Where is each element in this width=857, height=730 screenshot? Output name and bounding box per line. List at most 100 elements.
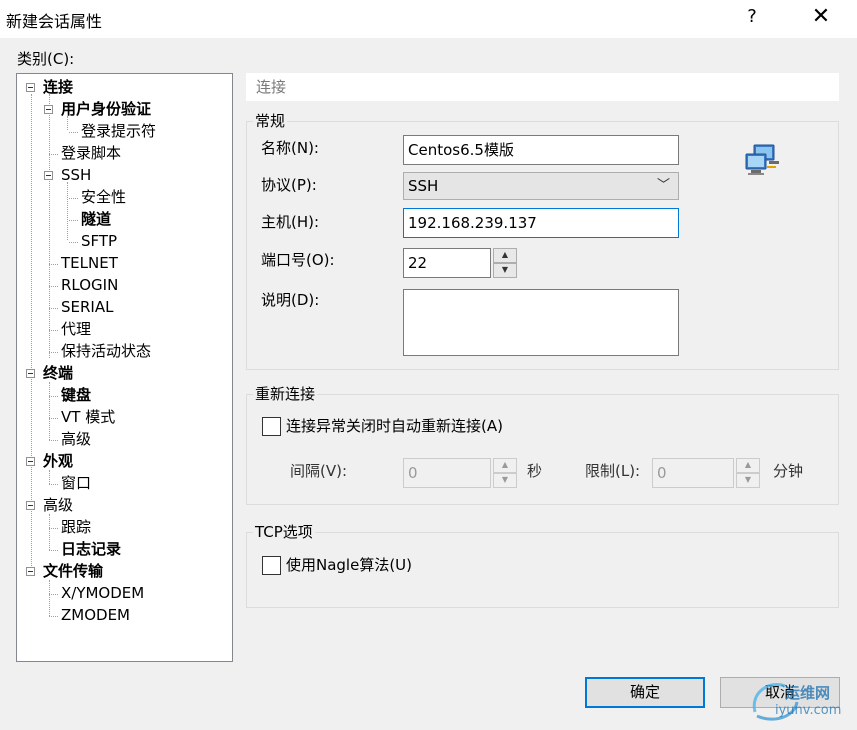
tree-item[interactable]: 窗口 [61, 473, 91, 493]
tree-item[interactable]: 登录提示符 [81, 121, 156, 141]
general-group-title: 常规 [253, 112, 288, 130]
tree-line [49, 286, 58, 287]
spin-down-icon[interactable]: ▼ [493, 263, 517, 278]
tree-line [49, 264, 58, 265]
interval-input[interactable]: 0 [403, 458, 491, 488]
close-button[interactable]: ✕ [806, 4, 836, 29]
tree-line [49, 528, 58, 529]
tree-item[interactable]: 终端 [43, 363, 73, 383]
tree-item[interactable]: 高级 [43, 495, 73, 515]
tree-item[interactable]: 用户身份验证 [61, 99, 151, 119]
help-button[interactable]: ? [740, 6, 764, 27]
tree-item[interactable]: RLOGIN [61, 275, 118, 295]
collapse-icon[interactable] [26, 369, 35, 378]
interval-stepper[interactable]: 0 ▲ ▼ [403, 458, 517, 488]
tree-line [49, 514, 50, 550]
tree-line [49, 550, 58, 551]
auto-reconnect-label[interactable]: 连接异常关闭时自动重新连接(A) [286, 416, 503, 436]
description-label: 说明(D): [261, 291, 320, 309]
reconnect-group [246, 394, 839, 505]
tree-item[interactable]: X/YMODEM [61, 583, 144, 603]
tree-line [49, 616, 58, 617]
reconnect-group-title: 重新连接 [253, 385, 318, 403]
tree-line [69, 198, 78, 199]
interval-unit: 秒 [527, 462, 543, 480]
tree-item[interactable]: SERIAL [61, 297, 113, 317]
interval-label: 间隔(V): [290, 462, 348, 480]
tree-line [49, 484, 58, 485]
ok-button[interactable]: 确定 [585, 677, 705, 708]
tree-item[interactable]: 外观 [43, 451, 73, 471]
tree-item[interactable]: 键盘 [61, 385, 91, 405]
tree-item[interactable]: SSH [61, 165, 91, 185]
collapse-icon[interactable] [26, 83, 35, 92]
spin-up-icon[interactable]: ▲ [493, 248, 517, 263]
collapse-icon[interactable] [26, 567, 35, 576]
window-title: 新建会话属性 [6, 12, 103, 31]
port-stepper[interactable]: 22 ▲ ▼ [403, 248, 517, 278]
tree-line [49, 418, 58, 419]
tree-line [49, 382, 50, 440]
limit-input[interactable]: 0 [652, 458, 734, 488]
tree-item[interactable]: 登录脚本 [61, 143, 121, 163]
watermark-text-1: 运维网 [785, 684, 831, 702]
collapse-icon[interactable] [44, 105, 53, 114]
section-header: 连接 [246, 73, 839, 101]
nagle-checkbox[interactable] [262, 556, 281, 575]
collapse-icon[interactable] [26, 501, 35, 510]
nagle-label[interactable]: 使用Nagle算法(U) [286, 555, 412, 575]
host-input[interactable]: 192.168.239.137 [403, 208, 679, 238]
limit-stepper-buttons[interactable]: ▲ ▼ [736, 458, 760, 488]
title-bar: 新建会话属性 ? ✕ [0, 0, 857, 38]
tcp-group-title: TCP选项 [253, 523, 315, 541]
tree-line [67, 182, 68, 240]
tree-item[interactable]: 安全性 [81, 187, 126, 207]
tree-line [49, 440, 58, 441]
network-computers-icon [745, 144, 779, 175]
tree-line [69, 132, 78, 133]
tree-item[interactable]: 隧道 [81, 209, 111, 229]
tree-line [69, 220, 78, 221]
tree-item[interactable]: VT 模式 [61, 407, 115, 427]
interval-stepper-buttons[interactable]: ▲ ▼ [493, 458, 517, 488]
tree-item[interactable]: SFTP [81, 231, 117, 251]
spin-up-icon[interactable]: ▲ [736, 458, 760, 473]
description-input[interactable] [403, 289, 679, 356]
collapse-icon[interactable] [44, 171, 53, 180]
tree-item[interactable]: 高级 [61, 429, 91, 449]
limit-unit: 分钟 [773, 462, 804, 480]
tree-line [49, 352, 58, 353]
spin-down-icon[interactable]: ▼ [736, 473, 760, 488]
auto-reconnect-checkbox[interactable] [262, 417, 281, 436]
tree-item[interactable]: 保持活动状态 [61, 341, 151, 361]
spin-down-icon[interactable]: ▼ [493, 473, 517, 488]
port-stepper-buttons[interactable]: ▲ ▼ [493, 248, 517, 278]
tree-item[interactable]: 日志记录 [61, 539, 121, 559]
tree-item[interactable]: ZMODEM [61, 605, 130, 625]
category-tree[interactable]: 连接 用户身份验证 登录提示符 登录脚本 SSH 安全性 隧道 SFTP TELNET RLOGI… [16, 73, 233, 662]
chevron-down-icon: ﹀ [656, 178, 670, 193]
limit-label: 限制(L): [585, 462, 641, 480]
tree-item[interactable]: 跟踪 [61, 517, 91, 537]
name-label: 名称(N): [261, 139, 319, 157]
tree-line [49, 470, 50, 484]
tree-item[interactable]: TELNET [61, 253, 118, 273]
tree-item[interactable]: 连接 [43, 77, 73, 97]
tree-line [49, 154, 58, 155]
tree-item[interactable]: 代理 [61, 319, 91, 339]
tree-line [49, 580, 50, 616]
tree-item[interactable]: 文件传输 [43, 561, 103, 581]
tree-line [49, 308, 58, 309]
tree-line [49, 330, 58, 331]
protocol-label: 协议(P): [261, 176, 317, 194]
collapse-icon[interactable] [26, 457, 35, 466]
limit-stepper[interactable]: 0 ▲ ▼ [652, 458, 760, 488]
tree-line [69, 242, 78, 243]
port-input[interactable]: 22 [403, 248, 491, 278]
protocol-select[interactable]: SSH ﹀ [403, 172, 679, 200]
port-label: 端口号(O): [261, 251, 335, 269]
protocol-value: SSH [408, 177, 439, 195]
name-input[interactable]: Centos6.5模版 [403, 135, 679, 165]
spin-up-icon[interactable]: ▲ [493, 458, 517, 473]
watermark-logo: 运维网 iyunv.com [745, 672, 855, 726]
